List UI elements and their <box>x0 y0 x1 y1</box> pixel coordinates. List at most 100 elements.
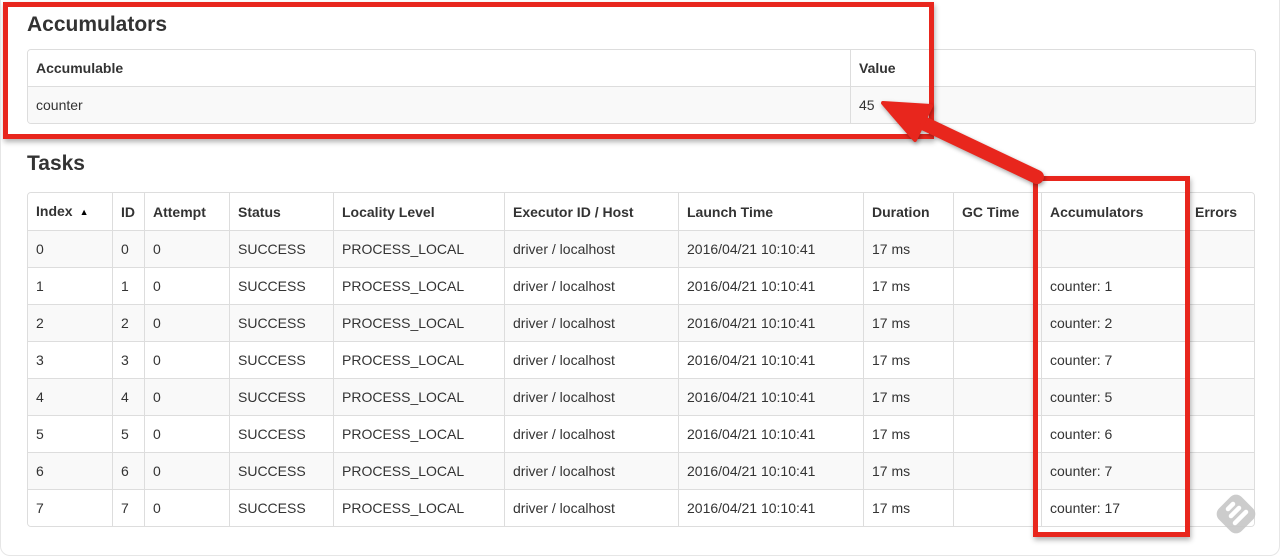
column-header-launch-time[interactable]: Launch Time <box>678 193 863 230</box>
duration-cell: 17 ms <box>863 230 953 267</box>
id-cell: 0 <box>112 230 144 267</box>
locality-cell: PROCESS_LOCAL <box>333 489 504 526</box>
status-cell: SUCCESS <box>229 378 333 415</box>
duration-cell: 17 ms <box>863 415 953 452</box>
task-row: 4 4 0 SUCCESS PROCESS_LOCAL driver / loc… <box>28 378 1254 415</box>
accumulable-name-cell: counter <box>28 86 850 123</box>
launch-time-cell: 2016/04/21 10:10:41 <box>678 415 863 452</box>
launch-time-cell: 2016/04/21 10:10:41 <box>678 341 863 378</box>
duration-cell: 17 ms <box>863 304 953 341</box>
id-cell: 3 <box>112 341 144 378</box>
task-row: 6 6 0 SUCCESS PROCESS_LOCAL driver / loc… <box>28 452 1254 489</box>
status-cell: SUCCESS <box>229 452 333 489</box>
gc-time-cell <box>953 230 1041 267</box>
launch-time-cell: 2016/04/21 10:10:41 <box>678 304 863 341</box>
accumulators-cell: counter: 6 <box>1041 415 1186 452</box>
duration-cell: 17 ms <box>863 452 953 489</box>
status-cell: SUCCESS <box>229 341 333 378</box>
accumulators-cell: counter: 7 <box>1041 452 1186 489</box>
feedly-watermark-icon <box>1210 488 1262 540</box>
column-header-index[interactable]: Index ▲ <box>28 193 112 230</box>
index-cell: 1 <box>28 267 112 304</box>
executor-cell: driver / localhost <box>504 341 678 378</box>
column-header-executor-id-host[interactable]: Executor ID / Host <box>504 193 678 230</box>
status-cell: SUCCESS <box>229 489 333 526</box>
executor-cell: driver / localhost <box>504 230 678 267</box>
sort-ascending-icon: ▲ <box>79 207 89 217</box>
executor-cell: driver / localhost <box>504 415 678 452</box>
launch-time-cell: 2016/04/21 10:10:41 <box>678 230 863 267</box>
accumulators-cell: counter: 17 <box>1041 489 1186 526</box>
launch-time-cell: 2016/04/21 10:10:41 <box>678 267 863 304</box>
status-cell: SUCCESS <box>229 230 333 267</box>
executor-cell: driver / localhost <box>504 452 678 489</box>
errors-cell <box>1186 452 1254 489</box>
gc-time-cell <box>953 304 1041 341</box>
column-header-gc-time[interactable]: GC Time <box>953 193 1041 230</box>
index-cell: 0 <box>28 230 112 267</box>
accumulator-row: counter 45 <box>28 86 1255 123</box>
column-header-value[interactable]: Value <box>850 50 1255 86</box>
attempt-cell: 0 <box>144 452 229 489</box>
column-header-accumulators[interactable]: Accumulators <box>1041 193 1186 230</box>
id-cell: 1 <box>112 267 144 304</box>
attempt-cell: 0 <box>144 230 229 267</box>
task-row: 0 0 0 SUCCESS PROCESS_LOCAL driver / loc… <box>28 230 1254 267</box>
locality-cell: PROCESS_LOCAL <box>333 341 504 378</box>
locality-cell: PROCESS_LOCAL <box>333 378 504 415</box>
column-header-locality-level[interactable]: Locality Level <box>333 193 504 230</box>
tasks-header-row: Index ▲ ID Attempt Status Locality Level … <box>28 193 1254 230</box>
index-cell: 3 <box>28 341 112 378</box>
errors-cell <box>1186 267 1254 304</box>
column-header-attempt[interactable]: Attempt <box>144 193 229 230</box>
duration-cell: 17 ms <box>863 341 953 378</box>
id-cell: 7 <box>112 489 144 526</box>
column-header-accumulable[interactable]: Accumulable <box>28 50 850 86</box>
accumulators-header-row: Accumulable Value <box>28 50 1255 86</box>
task-row: 3 3 0 SUCCESS PROCESS_LOCAL driver / loc… <box>28 341 1254 378</box>
status-cell: SUCCESS <box>229 267 333 304</box>
duration-cell: 17 ms <box>863 378 953 415</box>
launch-time-cell: 2016/04/21 10:10:41 <box>678 378 863 415</box>
column-header-duration[interactable]: Duration <box>863 193 953 230</box>
status-cell: SUCCESS <box>229 415 333 452</box>
status-cell: SUCCESS <box>229 304 333 341</box>
errors-cell <box>1186 304 1254 341</box>
locality-cell: PROCESS_LOCAL <box>333 304 504 341</box>
accumulable-value-cell: 45 <box>850 86 1255 123</box>
task-row: 2 2 0 SUCCESS PROCESS_LOCAL driver / loc… <box>28 304 1254 341</box>
column-header-errors[interactable]: Errors <box>1186 193 1254 230</box>
gc-time-cell <box>953 452 1041 489</box>
attempt-cell: 0 <box>144 378 229 415</box>
executor-cell: driver / localhost <box>504 378 678 415</box>
locality-cell: PROCESS_LOCAL <box>333 267 504 304</box>
spark-ui-page: Accumulators Accumulable Value counter 4… <box>0 0 1280 556</box>
executor-cell: driver / localhost <box>504 267 678 304</box>
index-cell: 4 <box>28 378 112 415</box>
id-cell: 2 <box>112 304 144 341</box>
errors-cell <box>1186 341 1254 378</box>
index-cell: 7 <box>28 489 112 526</box>
duration-cell: 17 ms <box>863 489 953 526</box>
errors-cell <box>1186 230 1254 267</box>
index-cell: 6 <box>28 452 112 489</box>
locality-cell: PROCESS_LOCAL <box>333 230 504 267</box>
attempt-cell: 0 <box>144 267 229 304</box>
locality-cell: PROCESS_LOCAL <box>333 415 504 452</box>
attempt-cell: 0 <box>144 304 229 341</box>
accumulators-cell: counter: 5 <box>1041 378 1186 415</box>
task-row: 1 1 0 SUCCESS PROCESS_LOCAL driver / loc… <box>28 267 1254 304</box>
column-header-status[interactable]: Status <box>229 193 333 230</box>
launch-time-cell: 2016/04/21 10:10:41 <box>678 489 863 526</box>
tasks-section-title: Tasks <box>27 152 85 175</box>
index-cell: 5 <box>28 415 112 452</box>
tasks-table: Index ▲ ID Attempt Status Locality Level … <box>27 192 1255 527</box>
duration-cell: 17 ms <box>863 267 953 304</box>
column-header-id[interactable]: ID <box>112 193 144 230</box>
gc-time-cell <box>953 267 1041 304</box>
launch-time-cell: 2016/04/21 10:10:41 <box>678 452 863 489</box>
errors-cell <box>1186 378 1254 415</box>
attempt-cell: 0 <box>144 341 229 378</box>
accumulators-cell: counter: 1 <box>1041 267 1186 304</box>
gc-time-cell <box>953 341 1041 378</box>
